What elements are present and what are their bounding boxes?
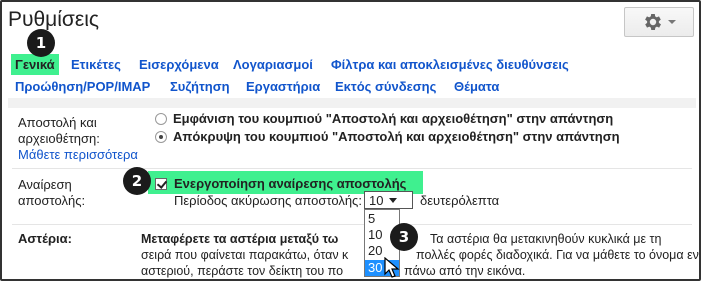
tab-inbox[interactable]: Εισερχόμενα — [139, 57, 219, 72]
tab-accounts[interactable]: Λογαριασμοί — [233, 57, 313, 72]
chevron-down-icon — [668, 20, 676, 24]
cancel-period-select[interactable]: 10 — [364, 191, 413, 209]
settings-window: Ρυθμίσεις Γενικά Ετικέτες Εισερχόμενα Λο… — [0, 0, 701, 281]
radio-button[interactable] — [155, 112, 167, 125]
stars-text-2b: πολλές φορές διαδοχικά. Για να μάθετε το… — [416, 248, 701, 262]
stars-text-3a: αστεριού, περάστε τον δείκτη του πο — [141, 264, 344, 278]
send-archive-label-2: αρχειοθέτηση: — [18, 131, 100, 146]
stars-label: Αστέρια: — [18, 231, 72, 246]
stars-text-bold: Μεταφέρετε τα αστέρια μεταξύ τω — [141, 232, 339, 246]
settings-gear-button[interactable] — [624, 7, 694, 37]
tab-forwarding[interactable]: Προώθηση/POP/IMAP — [15, 79, 150, 94]
radio-label: Απόκρυψη του κουμπιού "Αποστολή και αρχε… — [173, 129, 620, 144]
learn-more-link[interactable]: Μάθετε περισσότερα — [18, 147, 138, 162]
stars-text-2a: σειρά που φαίνεται παρακάτω, όταν κ — [141, 248, 349, 262]
period-unit-label: δευτερόλεπτα — [420, 193, 500, 208]
row-separator — [12, 168, 692, 169]
page-title: Ρυθμίσεις — [8, 8, 100, 31]
gear-icon — [645, 14, 661, 30]
undo-send-label-2: αποστολής: — [18, 193, 86, 208]
enable-undo-send-label: Ενεργοποίηση αναίρεσης αποστολής — [174, 176, 407, 191]
option-5[interactable]: 5 — [365, 211, 399, 227]
show-send-archive-option[interactable]: Εμφάνιση του κουμπιού "Αποστολή και αρχε… — [155, 111, 613, 126]
undo-send-label-1: Αναίρεση — [18, 177, 72, 192]
tab-chat[interactable]: Συζήτηση — [170, 79, 230, 94]
step-badge-1: 1 — [27, 29, 55, 57]
mouse-cursor-icon — [384, 257, 400, 278]
tab-general[interactable]: Γενικά — [11, 54, 59, 75]
radio-label: Εμφάνιση του κουμπιού "Αποστολή και αρχε… — [173, 111, 614, 126]
tab-labs[interactable]: Εργαστήρια — [246, 79, 320, 94]
send-archive-label-1: Αποστολή και — [18, 115, 97, 130]
tab-labels[interactable]: Ετικέτες — [71, 57, 121, 72]
hide-send-archive-option[interactable]: Απόκρυψη του κουμπιού "Αποστολή και αρχε… — [155, 129, 620, 144]
stars-text-1: Τα αστέρια θα μετακινηθούν κυκλικά με τη — [430, 232, 662, 246]
row-separator — [12, 224, 692, 225]
step-badge-2: 2 — [123, 167, 151, 195]
step-badge-3: 3 — [390, 223, 418, 251]
tab-filters[interactable]: Φίλτρα και αποκλεισμένες διευθύνσεις — [331, 57, 569, 72]
cancel-period-label: Περίοδος ακύρωσης αποστολής: — [174, 193, 362, 208]
tab-themes[interactable]: Θέματα — [454, 79, 499, 94]
enable-undo-send-checkbox[interactable] — [155, 178, 167, 190]
stars-text-3b: πάνω από την εικόνα. — [404, 264, 526, 278]
section-divider — [8, 98, 696, 108]
dropdown-arrow-icon — [389, 197, 398, 203]
tab-offline[interactable]: Εκτός σύνδεσης — [335, 79, 436, 94]
select-value: 10 — [369, 192, 384, 208]
radio-button-checked[interactable] — [155, 130, 167, 143]
